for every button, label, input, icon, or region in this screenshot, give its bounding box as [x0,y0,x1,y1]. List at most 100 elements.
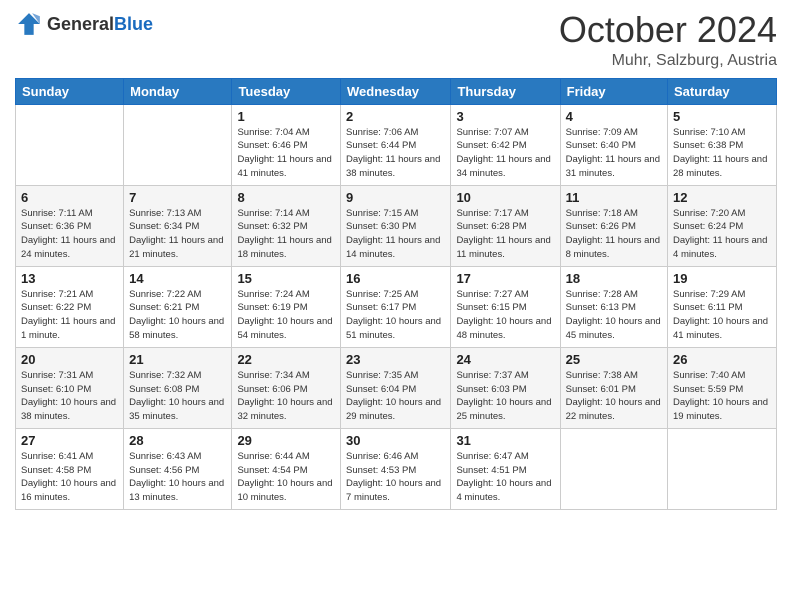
day-info: Sunrise: 7:28 AM Sunset: 6:13 PM Dayligh… [566,288,662,343]
day-info: Sunrise: 7:29 AM Sunset: 6:11 PM Dayligh… [673,288,771,343]
day-info: Sunrise: 7:10 AM Sunset: 6:38 PM Dayligh… [673,126,771,181]
calendar-week-row: 27Sunrise: 6:41 AM Sunset: 4:58 PM Dayli… [16,428,777,509]
header: GeneralBlue October 2024 Muhr, Salzburg,… [15,10,777,70]
calendar-cell: 17Sunrise: 7:27 AM Sunset: 6:15 PM Dayli… [451,266,560,347]
day-info: Sunrise: 7:25 AM Sunset: 6:17 PM Dayligh… [346,288,445,343]
calendar-cell: 28Sunrise: 6:43 AM Sunset: 4:56 PM Dayli… [124,428,232,509]
calendar-cell [124,104,232,185]
day-info: Sunrise: 7:31 AM Sunset: 6:10 PM Dayligh… [21,369,118,424]
calendar-cell: 19 Sunrise: 7:29 AM Sunset: 6:11 PM Dayli… [668,266,777,347]
month-title: October 2024 [559,10,777,50]
day-info: Sunrise: 6:44 AM Sunset: 4:54 PM Dayligh… [237,450,335,505]
calendar-cell: 20 Sunrise: 7:31 AM Sunset: 6:10 PM Dayli… [16,347,124,428]
day-number: 20 [21,352,118,367]
calendar-cell: 7 Sunrise: 7:13 AM Sunset: 6:34 PM Daylig… [124,185,232,266]
calendar-week-row: 1Sunrise: 7:04 AM Sunset: 6:46 PM Daylig… [16,104,777,185]
day-info: Sunrise: 7:18 AM Sunset: 6:26 PM Dayligh… [566,207,662,262]
calendar-day-header: Sunday [16,78,124,104]
calendar-cell: 29 Sunrise: 6:44 AM Sunset: 4:54 PM Dayli… [232,428,341,509]
day-number: 4 [566,109,662,124]
calendar-cell: 15 Sunrise: 7:24 AM Sunset: 6:19 PM Dayli… [232,266,341,347]
day-number: 2 [346,109,445,124]
logo-text-general: General [47,14,114,34]
title-section: October 2024 Muhr, Salzburg, Austria [559,10,777,70]
day-info: Sunrise: 6:43 AM Sunset: 4:56 PM Dayligh… [129,450,226,505]
day-number: 31 [456,433,554,448]
day-number: 13 [21,271,118,286]
day-number: 25 [566,352,662,367]
calendar-cell: 6 Sunrise: 7:11 AM Sunset: 6:36 PM Daylig… [16,185,124,266]
day-number: 21 [129,352,226,367]
calendar-cell: 25 Sunrise: 7:38 AM Sunset: 6:01 PM Dayli… [560,347,667,428]
calendar-cell: 26 Sunrise: 7:40 AM Sunset: 5:59 PM Dayli… [668,347,777,428]
calendar-week-row: 13 Sunrise: 7:21 AM Sunset: 6:22 PM Dayli… [16,266,777,347]
calendar-header-row: SundayMondayTuesdayWednesdayThursdayFrid… [16,78,777,104]
day-info: Sunrise: 7:38 AM Sunset: 6:01 PM Dayligh… [566,369,662,424]
calendar-cell: 27Sunrise: 6:41 AM Sunset: 4:58 PM Dayli… [16,428,124,509]
calendar-cell: 11Sunrise: 7:18 AM Sunset: 6:26 PM Dayli… [560,185,667,266]
day-number: 6 [21,190,118,205]
calendar-day-header: Tuesday [232,78,341,104]
calendar-cell: 10 Sunrise: 7:17 AM Sunset: 6:28 PM Dayli… [451,185,560,266]
day-number: 15 [237,271,335,286]
day-number: 3 [456,109,554,124]
generalblue-logo-icon [15,10,43,38]
day-number: 1 [237,109,335,124]
day-info: Sunrise: 7:14 AM Sunset: 6:32 PM Dayligh… [237,207,335,262]
calendar-cell [16,104,124,185]
day-info: Sunrise: 7:22 AM Sunset: 6:21 PM Dayligh… [129,288,226,343]
day-number: 17 [456,271,554,286]
day-info: Sunrise: 7:15 AM Sunset: 6:30 PM Dayligh… [346,207,445,262]
day-number: 16 [346,271,445,286]
day-number: 19 [673,271,771,286]
day-info: Sunrise: 7:40 AM Sunset: 5:59 PM Dayligh… [673,369,771,424]
day-info: Sunrise: 7:37 AM Sunset: 6:03 PM Dayligh… [456,369,554,424]
calendar-week-row: 6 Sunrise: 7:11 AM Sunset: 6:36 PM Daylig… [16,185,777,266]
calendar-cell: 22 Sunrise: 7:34 AM Sunset: 6:06 PM Dayli… [232,347,341,428]
day-number: 22 [237,352,335,367]
day-info: Sunrise: 7:06 AM Sunset: 6:44 PM Dayligh… [346,126,445,181]
logo-text-blue: Blue [114,14,153,34]
calendar-cell: 31Sunrise: 6:47 AM Sunset: 4:51 PM Dayli… [451,428,560,509]
calendar-cell [560,428,667,509]
calendar-day-header: Monday [124,78,232,104]
day-info: Sunrise: 7:09 AM Sunset: 6:40 PM Dayligh… [566,126,662,181]
calendar-cell: 8Sunrise: 7:14 AM Sunset: 6:32 PM Daylig… [232,185,341,266]
day-info: Sunrise: 7:34 AM Sunset: 6:06 PM Dayligh… [237,369,335,424]
location-title: Muhr, Salzburg, Austria [559,52,777,70]
calendar-cell: 30Sunrise: 6:46 AM Sunset: 4:53 PM Dayli… [341,428,451,509]
calendar-week-row: 20 Sunrise: 7:31 AM Sunset: 6:10 PM Dayli… [16,347,777,428]
day-number: 24 [456,352,554,367]
day-number: 29 [237,433,335,448]
day-info: Sunrise: 6:41 AM Sunset: 4:58 PM Dayligh… [21,450,118,505]
day-number: 10 [456,190,554,205]
calendar-day-header: Friday [560,78,667,104]
day-info: Sunrise: 7:21 AM Sunset: 6:22 PM Dayligh… [21,288,118,343]
calendar-day-header: Saturday [668,78,777,104]
day-info: Sunrise: 7:17 AM Sunset: 6:28 PM Dayligh… [456,207,554,262]
calendar-cell: 13 Sunrise: 7:21 AM Sunset: 6:22 PM Dayli… [16,266,124,347]
day-number: 26 [673,352,771,367]
day-info: Sunrise: 7:07 AM Sunset: 6:42 PM Dayligh… [456,126,554,181]
calendar-cell: 2 Sunrise: 7:06 AM Sunset: 6:44 PM Daylig… [341,104,451,185]
day-info: Sunrise: 7:24 AM Sunset: 6:19 PM Dayligh… [237,288,335,343]
calendar-day-header: Wednesday [341,78,451,104]
calendar-cell: 4 Sunrise: 7:09 AM Sunset: 6:40 PM Daylig… [560,104,667,185]
calendar-cell: 14Sunrise: 7:22 AM Sunset: 6:21 PM Dayli… [124,266,232,347]
calendar-cell: 18Sunrise: 7:28 AM Sunset: 6:13 PM Dayli… [560,266,667,347]
calendar-cell: 5 Sunrise: 7:10 AM Sunset: 6:38 PM Daylig… [668,104,777,185]
calendar-cell: 3 Sunrise: 7:07 AM Sunset: 6:42 PM Daylig… [451,104,560,185]
day-info: Sunrise: 7:20 AM Sunset: 6:24 PM Dayligh… [673,207,771,262]
day-info: Sunrise: 7:11 AM Sunset: 6:36 PM Dayligh… [21,207,118,262]
calendar-cell: 21Sunrise: 7:32 AM Sunset: 6:08 PM Dayli… [124,347,232,428]
day-info: Sunrise: 7:13 AM Sunset: 6:34 PM Dayligh… [129,207,226,262]
logo: GeneralBlue [15,10,153,38]
day-number: 5 [673,109,771,124]
calendar-cell: 23Sunrise: 7:35 AM Sunset: 6:04 PM Dayli… [341,347,451,428]
day-number: 12 [673,190,771,205]
calendar-cell [668,428,777,509]
day-number: 9 [346,190,445,205]
calendar-cell: 24 Sunrise: 7:37 AM Sunset: 6:03 PM Dayli… [451,347,560,428]
day-number: 23 [346,352,445,367]
day-number: 7 [129,190,226,205]
